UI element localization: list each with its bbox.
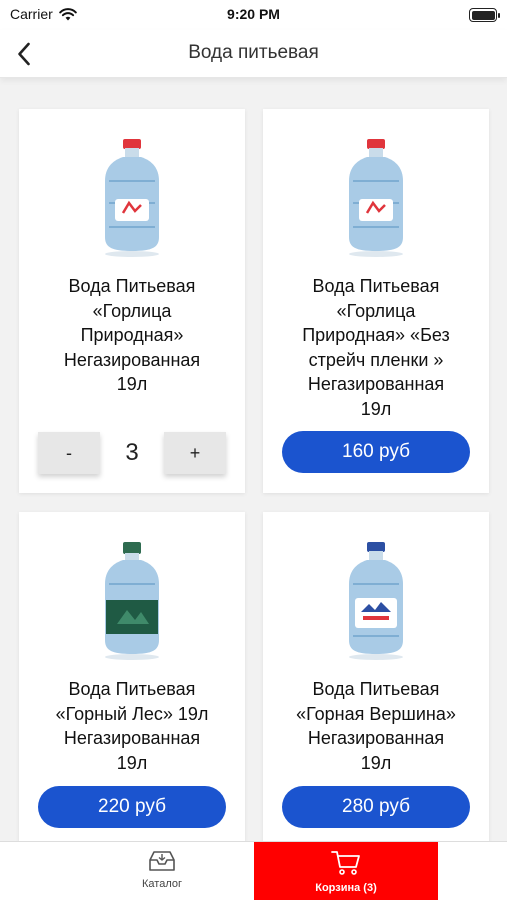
product-title: Вода Питьевая «Горная Вершина» Негазиров… [273, 677, 479, 775]
tab-catalog[interactable]: Каталог [70, 842, 254, 900]
product-card[interactable]: Вода Питьевая «Горлица Природная» «Без с… [263, 109, 489, 493]
product-card[interactable]: Вода Питьевая «Горный Лес» 19л Негазиров… [19, 512, 245, 841]
title-line: 19л [116, 752, 148, 773]
product-card[interactable]: Вода Питьевая «Горлица Природная» Негази… [19, 109, 245, 493]
tab-cart-label: Корзина (3) [315, 882, 377, 894]
title-line: Негазированная [307, 374, 445, 394]
title-line: «Горлица [336, 300, 416, 321]
title-line: 19л [116, 374, 148, 394]
product-card[interactable]: Вода Питьевая «Горная Вершина» Негазиров… [263, 512, 489, 841]
price-button[interactable]: 220 руб [38, 786, 226, 828]
water-bottle-image [105, 139, 159, 257]
price-button[interactable]: 280 руб [282, 786, 470, 828]
status-time: 9:20 PM [227, 6, 280, 22]
inbox-icon [149, 851, 175, 871]
status-bar: Carrier 9:20 PM [0, 0, 507, 30]
title-line: «Горная Вершина» [296, 703, 456, 724]
title-line: Негазированная [63, 349, 201, 370]
title-line: 19л [360, 752, 392, 773]
title-line: стрейч пленки » [308, 349, 444, 370]
tab-cart[interactable]: Корзина (3) [254, 842, 438, 900]
increment-button[interactable]: + [164, 432, 226, 474]
title-line: 19л [360, 398, 392, 419]
water-bottle-image [349, 139, 403, 257]
title-line: Вода Питьевая [68, 679, 196, 699]
product-title: Вода Питьевая «Горлица Природная» Негази… [29, 274, 235, 397]
quantity-stepper[interactable]: - 3 + [38, 432, 226, 474]
title-line: Негазированная [63, 728, 201, 748]
tab-bar: Каталог Корзина (3) [0, 841, 507, 900]
navigation-bar: Вода питьевая [0, 30, 507, 78]
water-bottle-image [349, 542, 403, 660]
page-title: Вода питьевая [188, 42, 319, 63]
title-line: Вода Питьевая [68, 276, 196, 296]
product-grid[interactable]: Вода Питьевая «Горлица Природная» Негази… [0, 79, 507, 841]
water-bottle-image [105, 542, 159, 660]
battery-icon [469, 8, 500, 22]
price-button[interactable]: 160 руб [282, 431, 470, 473]
decrement-button[interactable]: - [38, 432, 100, 474]
title-line: Вода Питьевая [312, 276, 440, 296]
product-title: Вода Питьевая «Горлица Природная» «Без с… [273, 274, 479, 421]
quantity-value: 3 [125, 439, 139, 466]
title-line: «Горлица [92, 300, 172, 321]
product-title: Вода Питьевая «Горный Лес» 19л Негазиров… [29, 677, 235, 775]
cart-icon [331, 851, 360, 875]
title-line: Вода Питьевая [312, 679, 440, 699]
title-line: Негазированная [307, 728, 445, 748]
tab-catalog-label: Каталог [142, 878, 182, 890]
title-line: Природная» «Без [302, 325, 450, 345]
title-line: Природная» [80, 325, 184, 345]
title-line: «Горный Лес» 19л [55, 703, 209, 724]
